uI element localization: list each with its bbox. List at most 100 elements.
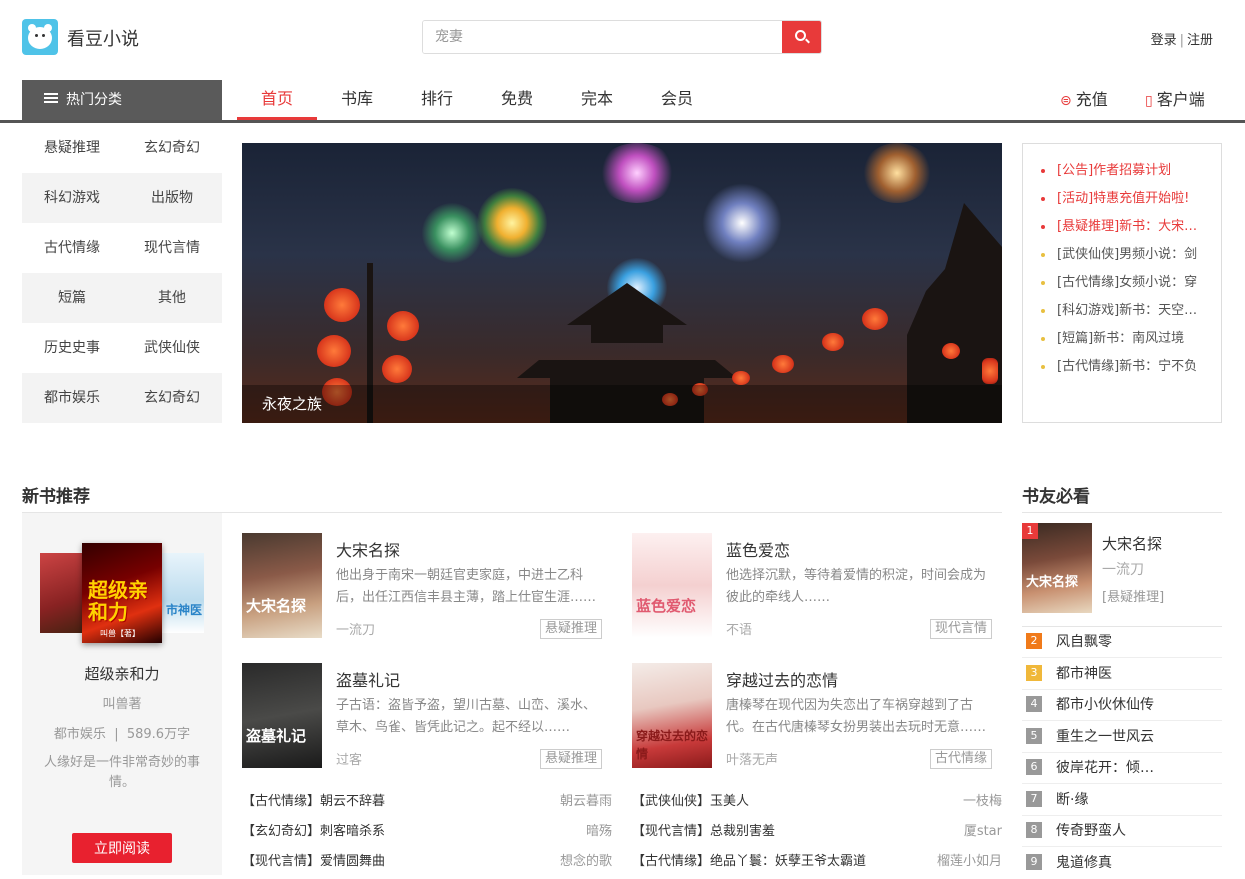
featured-book-cover[interactable]: 超级亲和力 叫兽【著】 (82, 543, 162, 643)
book-tag[interactable]: 现代言情 (929, 619, 992, 639)
nav-free[interactable]: 免费 (477, 80, 557, 120)
category-item[interactable]: 玄幻奇幻 (122, 123, 222, 173)
list-item[interactable]: 【武侠仙侠】玉美人 一枝梅 (632, 787, 1002, 817)
book-desc: 他选择沉默，等待着爱情的积淀，时间会成为彼此的牵线人…… (726, 568, 987, 605)
menu-icon (44, 93, 58, 103)
list-item[interactable]: 【现代言情】总裁别害羞 厦star (632, 817, 1002, 847)
rank-badge: 1 (1022, 523, 1038, 539)
category-item[interactable]: 短篇 (22, 273, 122, 323)
login-link[interactable]: 登录 (1151, 33, 1177, 48)
hot-categories-button[interactable]: 热门分类 (22, 80, 222, 120)
book-author[interactable]: 过客 (336, 749, 362, 768)
category-item[interactable]: 现代言情 (122, 223, 222, 273)
list-item[interactable]: 【古代情缘】绝品丫鬟：妖孽王爷太霸道 榴莲小如月 (632, 847, 1002, 877)
category-item[interactable]: 古代情缘 (22, 223, 122, 273)
client-link[interactable]: ▯ 客户端 (1145, 80, 1205, 120)
rank-item[interactable]: 4 都市小伙休仙传 (1022, 690, 1222, 721)
book-cover[interactable]: 蓝色爱恋 (632, 533, 712, 638)
notice-item[interactable]: [活动]特惠充值开始啦! (1039, 185, 1207, 213)
nav-vip[interactable]: 会员 (637, 80, 717, 120)
banner-carousel[interactable]: 永夜之族 (242, 143, 1002, 423)
nav-ranking[interactable]: 排行 (397, 80, 477, 120)
rank-item[interactable]: 5 重生之一世风云 (1022, 722, 1222, 753)
rank-badge: 8 (1026, 822, 1042, 838)
book-desc: 唐榛琴在现代因为失恋出了车祸穿越到了古代。在古代唐榛琴女扮男装出去玩时无意…… (726, 698, 987, 735)
rank-item[interactable]: 3 都市神医 (1022, 659, 1222, 690)
recharge-link[interactable]: ⊜ 充值 (1060, 80, 1108, 120)
featured-book-author: 叫兽著 (102, 697, 142, 712)
nav-complete[interactable]: 完本 (557, 80, 637, 120)
banner-caption-bar (242, 385, 1002, 423)
book-tag: [悬疑推理] (1102, 590, 1165, 605)
book-title[interactable]: 蓝色爱恋 (726, 537, 790, 561)
category-item[interactable]: 其他 (122, 273, 222, 323)
category-item[interactable]: 历史史事 (22, 323, 122, 373)
category-item[interactable]: 悬疑推理 (22, 123, 122, 173)
featured-book-title[interactable]: 超级亲和力 (22, 663, 222, 684)
book-tag[interactable]: 悬疑推理 (539, 619, 602, 639)
register-link[interactable]: 注册 (1187, 33, 1213, 48)
book-desc: 他出身于南宋一朝廷官吏家庭，中进士乙科后，出任江西信丰县主薄，踏上仕宦生涯…… (336, 568, 597, 605)
book-author[interactable]: 叶落无声 (726, 749, 778, 768)
nav-library[interactable]: 书库 (317, 80, 397, 120)
book-cover[interactable]: 穿越过去的恋情 (632, 663, 712, 768)
book-cover[interactable]: 市神医 (162, 553, 204, 633)
nav-home[interactable]: 首页 (237, 80, 317, 120)
notice-item[interactable]: [古代情缘]女频小说：穿 (1039, 269, 1207, 297)
book-cover[interactable] (40, 553, 86, 633)
site-name[interactable]: 看豆小说 (67, 25, 139, 51)
firework-decoration (422, 203, 482, 263)
book-cover[interactable]: 大宋名探 (242, 533, 322, 638)
book-title[interactable]: 穿越过去的恋情 (726, 667, 838, 691)
list-item[interactable]: 【现代言情】爱情圆舞曲 想念的歌 (242, 847, 612, 877)
notice-item[interactable]: [武侠仙侠]男频小说：剑 (1039, 241, 1207, 269)
book-tag[interactable]: 悬疑推理 (539, 749, 602, 769)
rank-item[interactable]: 8 传奇野蛮人 (1022, 816, 1222, 847)
lantern-decoration (387, 311, 419, 341)
rank-item[interactable]: 6 彼岸花开：倾… (1022, 753, 1222, 784)
featured-book: 市神医 超级亲和力 叫兽【著】 超级亲和力 叫兽著 都市娱乐 | 589.6万字… (22, 513, 222, 875)
must-read-title: 书友必看 (1022, 487, 1090, 507)
list-item[interactable]: 【玄幻奇幻】刺客暗杀系 暗殇 (242, 817, 612, 847)
book-card[interactable]: 盗墓礼记 盗墓礼记 子古语：盗皆予盗，望川古墓、山峦、溪水、草木、鸟雀、皆凭此记… (242, 663, 612, 773)
read-now-button[interactable]: 立即阅读 (72, 833, 172, 863)
lantern-decoration (324, 288, 360, 322)
book-tag[interactable]: 古代情缘 (929, 749, 992, 769)
rank-item[interactable]: 7 断·缘 (1022, 785, 1222, 816)
book-author[interactable]: 不语 (726, 619, 752, 638)
book-card[interactable]: 大宋名探 大宋名探 他出身于南宋一朝廷官吏家庭，中进士乙科后，出任江西信丰县主薄… (242, 533, 612, 643)
bear-logo-icon[interactable] (22, 19, 58, 55)
top-ranked-book[interactable]: 大宋名探 1 大宋名探 一流刀 [悬疑推理] (1022, 523, 1222, 627)
category-item[interactable]: 都市娱乐 (22, 373, 122, 423)
rank-item[interactable]: 9 鬼道修真 (1022, 848, 1222, 879)
notice-item[interactable]: [短篇]新书：南风过境 (1039, 325, 1207, 353)
lantern-decoration (772, 355, 794, 373)
book-title[interactable]: 大宋名探 (1102, 533, 1162, 554)
firework-decoration (862, 143, 932, 203)
book-title[interactable]: 大宋名探 (336, 537, 400, 561)
search-box (422, 20, 822, 54)
notice-item[interactable]: [古代情缘]新书：宁不负 (1039, 353, 1207, 381)
book-card[interactable]: 穿越过去的恋情 穿越过去的恋情 唐榛琴在现代因为失恋出了车祸穿越到了古代。在古代… (632, 663, 1002, 773)
notice-item[interactable]: [公告]作者招募计划 (1039, 157, 1207, 185)
notice-item[interactable]: [科幻游戏]新书：天空之城 (1039, 297, 1207, 325)
rank-item[interactable]: 2 风自飘零 (1022, 627, 1222, 658)
book-desc: 子古语：盗皆予盗，望川古墓、山峦、溪水、草木、鸟雀、皆凭此记之。起不经以…… (336, 698, 597, 735)
list-item[interactable]: 【古代情缘】朝云不辞暮 朝云暮雨 (242, 787, 612, 817)
phone-icon: ▯ (1145, 93, 1153, 109)
lantern-decoration (732, 371, 750, 385)
category-item[interactable]: 科幻游戏 (22, 173, 122, 223)
notice-item[interactable]: [悬疑推理]新书：大宋名探 (1039, 213, 1207, 241)
category-item[interactable]: 出版物 (122, 173, 222, 223)
book-title[interactable]: 盗墓礼记 (336, 667, 400, 691)
search-button[interactable] (782, 21, 821, 53)
search-input[interactable] (423, 21, 783, 53)
rank-badge: 2 (1026, 633, 1042, 649)
lantern-decoration (862, 308, 888, 330)
category-item[interactable]: 玄幻奇幻 (122, 373, 222, 423)
banner-caption[interactable]: 永夜之族 (262, 393, 322, 414)
book-cover[interactable]: 盗墓礼记 (242, 663, 322, 768)
category-item[interactable]: 武侠仙侠 (122, 323, 222, 373)
book-card[interactable]: 蓝色爱恋 蓝色爱恋 他选择沉默，等待着爱情的积淀，时间会成为彼此的牵线人…… 不… (632, 533, 1002, 643)
book-author[interactable]: 一流刀 (336, 619, 375, 638)
